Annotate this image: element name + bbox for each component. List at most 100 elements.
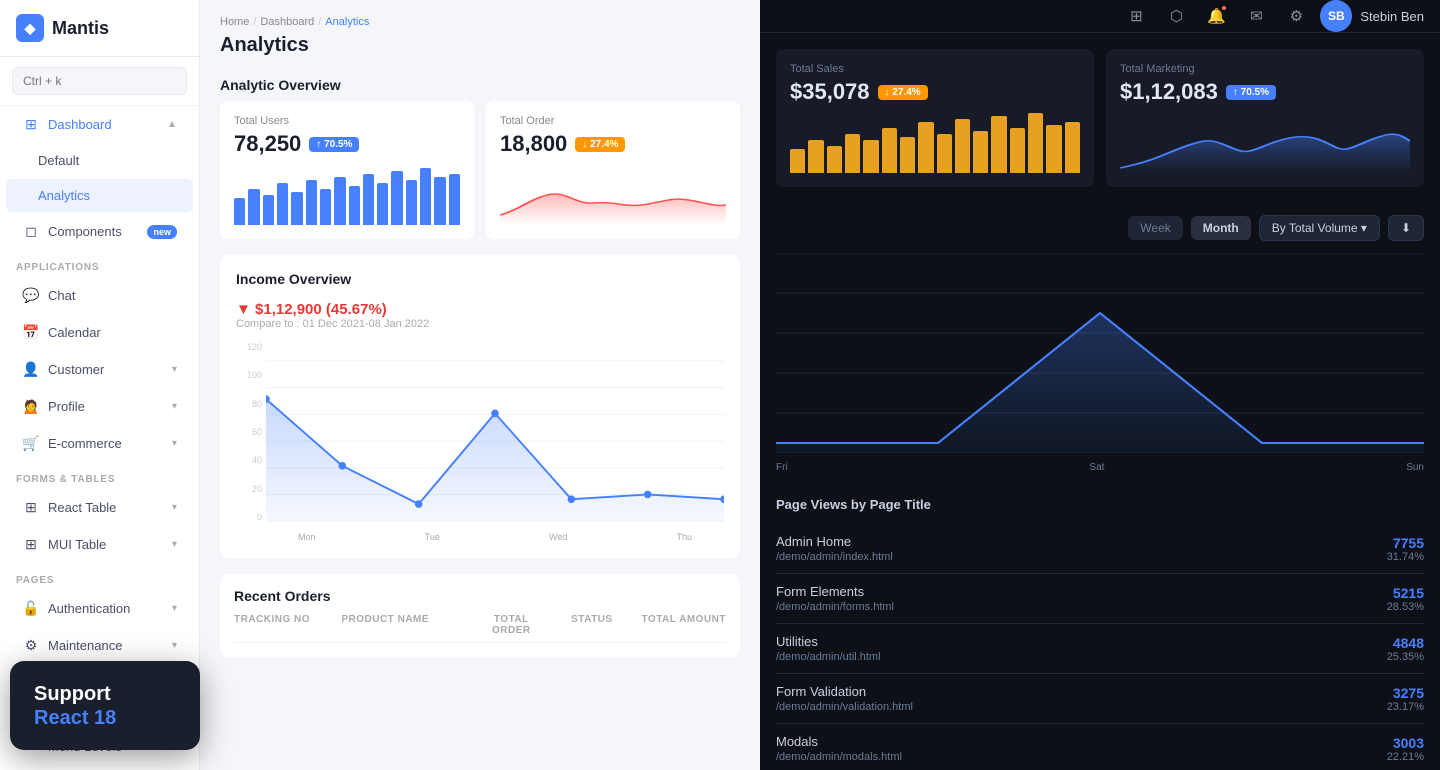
sidebar-item-chat[interactable]: 💬 Chat — [6, 278, 193, 313]
notifications-icon[interactable]: 🔔 — [1200, 0, 1232, 32]
volume-label: By Total Volume ▾ — [1272, 221, 1367, 235]
user-avatar[interactable]: SB Stebin Ben — [1320, 0, 1424, 32]
sidebar-label: Components — [48, 224, 122, 239]
table-header: Tracking No Product Name Total Order Sta… — [234, 614, 726, 643]
metric-value: $35,078 ↓ 27.4% — [790, 79, 1080, 105]
support-title: Support — [34, 681, 176, 707]
metric-card-marketing: Total Marketing $1,12,083 ↑ 70.5% — [1106, 49, 1424, 187]
sidebar: ◆ Mantis ⊞ Dashboard ▲ Default Analytics… — [0, 0, 200, 770]
bar — [334, 177, 345, 225]
sidebar-item-default[interactable]: Default — [6, 144, 193, 177]
bar — [363, 174, 374, 225]
sidebar-item-profile[interactable]: 🙍 Profile ▾ — [6, 389, 193, 424]
chevron-down-icon: ▾ — [172, 603, 177, 614]
value-text: $1,12,083 — [1120, 79, 1218, 105]
avatar: SB — [1320, 0, 1352, 32]
breadcrumb-home[interactable]: Home — [220, 16, 249, 28]
sidebar-item-react-table[interactable]: ⊞ React Table ▾ — [6, 490, 193, 525]
sidebar-item-mui-table[interactable]: ⊞ MUI Table ▾ — [6, 527, 193, 562]
notification-dot — [1220, 4, 1228, 12]
dark-panel: ⊞ ⬡ 🔔 ✉ ⚙ SB Stebin Ben Total Sales $35,… — [760, 0, 1440, 770]
page-view-item: Form Validation /demo/admin/validation.h… — [776, 674, 1424, 724]
sidebar-item-analytics[interactable]: Analytics — [6, 179, 193, 212]
sidebar-item-maintenance[interactable]: ⚙ Maintenance ▾ — [6, 628, 193, 663]
metric-card-orders: Total Order 18,800 ↓ 27.4% — [486, 101, 740, 239]
maintenance-icon: ⚙ — [22, 637, 40, 654]
bar — [918, 122, 933, 173]
chevron-down-icon: ▾ — [172, 640, 177, 651]
chart-controls: Week Month By Total Volume ▾ ⬇ — [776, 215, 1424, 241]
sidebar-item-ecommerce[interactable]: 🛒 E-commerce ▾ — [6, 426, 193, 461]
value-text: 78,250 — [234, 131, 301, 157]
section-applications: Applications — [0, 250, 199, 277]
pv-url: /demo/admin/index.html — [776, 551, 893, 563]
bar — [882, 128, 897, 173]
bar — [1046, 125, 1061, 173]
metric-label: Total Sales — [790, 63, 1080, 75]
settings-icon[interactable]: ⚙ — [1280, 0, 1312, 32]
profile-icon: 🙍 — [22, 398, 40, 415]
components-icon: ◻ — [22, 223, 40, 240]
bar — [377, 183, 388, 225]
page-view-item: Utilities /demo/admin/util.html 4848 25.… — [776, 624, 1424, 674]
breadcrumb-sep2: / — [318, 16, 321, 28]
light-panel: Home / Dashboard / Analytics Analytics A… — [200, 0, 760, 770]
bar — [827, 146, 842, 173]
dark-income-svg — [776, 253, 1424, 453]
sidebar-label: Maintenance — [48, 638, 122, 653]
metric-card-users: Total Users 78,250 ↑ 70.5% — [220, 101, 474, 239]
apps-icon[interactable]: ⊞ — [1120, 0, 1152, 32]
metric-cards-dark: Total Sales $35,078 ↓ 27.4% — [760, 33, 1440, 203]
page-view-item: Form Elements /demo/admin/forms.html 521… — [776, 574, 1424, 624]
sidebar-item-components[interactable]: ◻ Components new — [6, 214, 193, 249]
metric-label: Total Users — [234, 115, 460, 127]
area-svg-marketing — [1120, 113, 1410, 173]
sidebar-item-calendar[interactable]: 📅 Calendar — [6, 315, 193, 350]
pv-title: Admin Home — [776, 534, 893, 549]
value-text: 18,800 — [500, 131, 567, 157]
week-btn[interactable]: Week — [1128, 216, 1182, 240]
search-input[interactable] — [12, 67, 187, 95]
logo[interactable]: ◆ Mantis — [0, 0, 199, 57]
y-axis: 120 100 80 60 40 20 0 — [236, 342, 266, 542]
x-label: Thu — [676, 532, 692, 542]
month-btn[interactable]: Month — [1191, 216, 1251, 240]
bar — [234, 198, 245, 225]
badge-up: ↑ 70.5% — [309, 137, 359, 152]
bar — [991, 116, 1006, 173]
breadcrumb-dashboard[interactable]: Dashboard — [260, 16, 314, 28]
pv-title: Form Validation — [776, 684, 913, 699]
browser-icon[interactable]: ⬡ — [1160, 0, 1192, 32]
sidebar-item-dashboard[interactable]: ⊞ Dashboard ▲ — [6, 107, 193, 142]
pv-title: Utilities — [776, 634, 881, 649]
bar — [248, 189, 259, 225]
pv-pct: 28.53% — [1387, 601, 1424, 613]
metric-value: $1,12,083 ↑ 70.5% — [1120, 79, 1410, 105]
mail-icon[interactable]: ✉ — [1240, 0, 1272, 32]
section-pages: Pages — [0, 563, 199, 590]
pv-count: 5215 — [1387, 585, 1424, 601]
sidebar-item-customer[interactable]: 👤 Customer ▾ — [6, 352, 193, 387]
download-btn[interactable]: ⬇ — [1388, 215, 1424, 241]
bar — [955, 119, 970, 173]
bar — [391, 171, 402, 225]
income-svg — [266, 342, 724, 542]
volume-btn[interactable]: By Total Volume ▾ — [1259, 215, 1380, 241]
x-label: Mon — [298, 532, 316, 542]
pv-pct: 25.35% — [1387, 651, 1424, 663]
metric-card-sales: Total Sales $35,078 ↓ 27.4% — [776, 49, 1094, 187]
area-svg — [500, 165, 726, 225]
income-card: Income Overview ▼ $1,12,900 (45.67%) Com… — [220, 255, 740, 558]
bar — [434, 177, 445, 225]
value-text: $35,078 — [790, 79, 870, 105]
sidebar-label: MUI Table — [48, 537, 106, 552]
breadcrumb-sep: / — [253, 16, 256, 28]
pv-url: /demo/admin/modals.html — [776, 751, 902, 763]
y-label: 120 — [236, 342, 266, 352]
table-icon: ⊞ — [22, 499, 40, 516]
pv-url: /demo/admin/validation.html — [776, 701, 913, 713]
pv-count: 3275 — [1387, 685, 1424, 701]
bar — [420, 168, 431, 225]
sidebar-item-authentication[interactable]: 🔓 Authentication ▾ — [6, 591, 193, 626]
x-label: Tue — [425, 532, 440, 542]
